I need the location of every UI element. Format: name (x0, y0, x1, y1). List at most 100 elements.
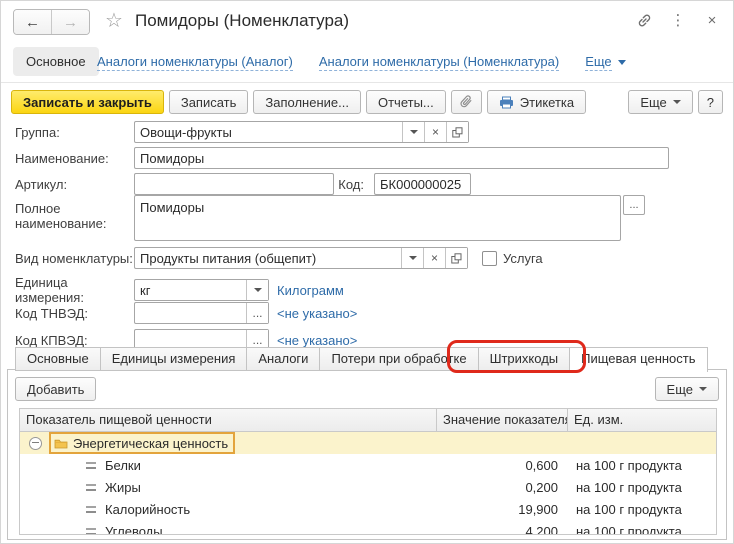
row-unit: на 100 г продукта (568, 502, 716, 517)
nutrition-panel: Добавить Еще Показатель пищевой ценности… (7, 369, 727, 540)
unit-dropdown-button[interactable] (246, 280, 268, 300)
tab-nutrition[interactable]: Пищевая ценность (570, 347, 707, 372)
field-row-fullname: Полное наименование: (15, 201, 134, 231)
table-header: Показатель пищевой ценности Значение пок… (20, 409, 716, 432)
table-row[interactable]: Белки 0,600 на 100 г продукта (20, 454, 716, 476)
add-row-button[interactable]: Добавить (15, 377, 96, 401)
group-label: Группа: (15, 125, 134, 140)
tnved-select-button[interactable]: ... (246, 303, 268, 323)
row-name: Жиры (105, 480, 141, 495)
tab-processing-losses[interactable]: Потери при обработке (320, 347, 478, 371)
table-row[interactable]: Жиры 0,200 на 100 г продукта (20, 476, 716, 498)
fullname-textarea[interactable]: Помидоры (134, 195, 621, 241)
navigation-row: Основное Аналоги номенклатуры (Аналог) А… (1, 43, 733, 83)
window-title-bar: ← → ☆ Помидоры (Номенклатура) ⋮ × (1, 1, 733, 41)
tnved-input[interactable] (135, 303, 246, 323)
page-title: Помидоры (Номенклатура) (135, 11, 349, 31)
tab-barcodes[interactable]: Штрихкоды (479, 347, 571, 371)
field-row-article: Артикул: Код: (15, 173, 471, 195)
printer-icon (499, 96, 514, 109)
name-label: Наименование: (15, 151, 134, 166)
window-menu-icon[interactable]: ⋮ (669, 11, 687, 29)
chevron-down-icon (618, 60, 626, 65)
fullname-expand-button[interactable]: ... (623, 195, 645, 215)
nomtype-dropdown-button[interactable] (401, 248, 423, 268)
toolbar-more-label: Еще (640, 95, 666, 110)
help-button[interactable]: ? (698, 90, 723, 114)
row-unit: на 100 г продукта (568, 480, 716, 495)
attachments-button[interactable] (451, 90, 482, 114)
group-input[interactable] (135, 122, 402, 142)
open-icon (452, 127, 463, 138)
tnved-link[interactable]: <не указано> (277, 306, 357, 321)
column-header-unit[interactable]: Ед. изм. (568, 409, 716, 431)
group-row-name: Энергетическая ценность (73, 436, 228, 451)
tab-analogs[interactable]: Аналоги (247, 347, 320, 371)
fullname-label: Полное наименование: (15, 201, 134, 231)
group-field: × (134, 121, 469, 143)
table-more-button[interactable]: Еще (655, 377, 719, 401)
nomtype-clear-button[interactable]: × (423, 248, 445, 268)
label-print-button[interactable]: Этикетка (487, 90, 586, 114)
field-row-name: Наименование: (15, 147, 669, 169)
nutrition-table: Показатель пищевой ценности Значение пок… (19, 408, 717, 535)
get-link-icon[interactable] (635, 11, 653, 29)
table-row[interactable]: Калорийность 19,900 на 100 г продукта (20, 498, 716, 520)
fill-button[interactable]: Заполнение... (253, 90, 361, 114)
nav-link-analogs[interactable]: Аналоги номенклатуры (Аналог) (97, 54, 293, 71)
list-item-icon (86, 528, 96, 535)
code-input[interactable] (374, 173, 471, 195)
field-row-nomtype: Вид номенклатуры: × Услуга (15, 247, 543, 269)
tnved-field: ... (134, 302, 269, 324)
tnved-label: Код ТНВЭД: (15, 306, 134, 321)
chevron-down-icon (254, 288, 262, 292)
column-header-value[interactable]: Значение показателя (437, 409, 568, 431)
forward-button[interactable]: → (51, 10, 89, 34)
group-clear-button[interactable]: × (424, 122, 446, 142)
column-header-indicator[interactable]: Показатель пищевой ценности (20, 409, 437, 431)
selected-cell-box: Энергетическая ценность (49, 432, 235, 454)
chevron-down-icon (699, 387, 707, 391)
chevron-down-icon (409, 256, 417, 260)
nav-more-menu[interactable]: Еще (585, 54, 625, 71)
list-item-icon (86, 462, 96, 469)
favorite-star-icon[interactable]: ☆ (105, 10, 123, 32)
nomtype-field: × (134, 247, 468, 269)
list-item-icon (86, 506, 96, 513)
unit-link[interactable]: Килограмм (277, 283, 344, 298)
row-value: 19,900 (437, 502, 568, 517)
save-and-close-button[interactable]: Записать и закрыть (11, 90, 164, 114)
row-unit: на 100 г продукта (568, 524, 716, 536)
nomtype-open-button[interactable] (445, 248, 467, 268)
field-row-group: Группа: × (15, 121, 469, 143)
nomtype-input[interactable] (135, 248, 401, 268)
service-checkbox[interactable] (482, 251, 497, 266)
kpved-link[interactable]: <не указано> (277, 333, 357, 348)
nav-section-main[interactable]: Основное (13, 47, 99, 76)
collapse-icon[interactable] (29, 437, 42, 450)
detail-tabs: Основные Единицы измерения Аналоги Потер… (15, 347, 708, 372)
save-button[interactable]: Записать (169, 90, 249, 114)
row-name: Белки (105, 458, 141, 473)
nav-link-analogs-nomenclature[interactable]: Аналоги номенклатуры (Номенклатура) (319, 54, 559, 71)
tab-main[interactable]: Основные (15, 347, 101, 371)
table-more-label: Еще (667, 382, 693, 397)
reports-button[interactable]: Отчеты... (366, 90, 446, 114)
group-open-button[interactable] (446, 122, 468, 142)
close-icon[interactable]: × (703, 11, 721, 29)
name-input[interactable] (134, 147, 669, 169)
row-unit: на 100 г продукта (568, 458, 716, 473)
tab-units[interactable]: Единицы измерения (101, 347, 248, 371)
row-value: 0,200 (437, 480, 568, 495)
unit-input[interactable] (135, 280, 246, 300)
open-icon (451, 253, 462, 264)
nomenclature-form-window: ← → ☆ Помидоры (Номенклатура) ⋮ × Основн… (0, 0, 734, 544)
back-button[interactable]: ← (14, 10, 51, 34)
group-dropdown-button[interactable] (402, 122, 424, 142)
table-row[interactable]: Углеводы 4,200 на 100 г продукта (20, 520, 716, 535)
history-nav: ← → (13, 9, 90, 35)
article-input[interactable] (134, 173, 334, 195)
table-group-row[interactable]: Энергетическая ценность (20, 432, 716, 454)
toolbar-more-button[interactable]: Еще (628, 90, 692, 114)
form-command-bar: Записать и закрыть Записать Заполнение..… (11, 89, 723, 115)
